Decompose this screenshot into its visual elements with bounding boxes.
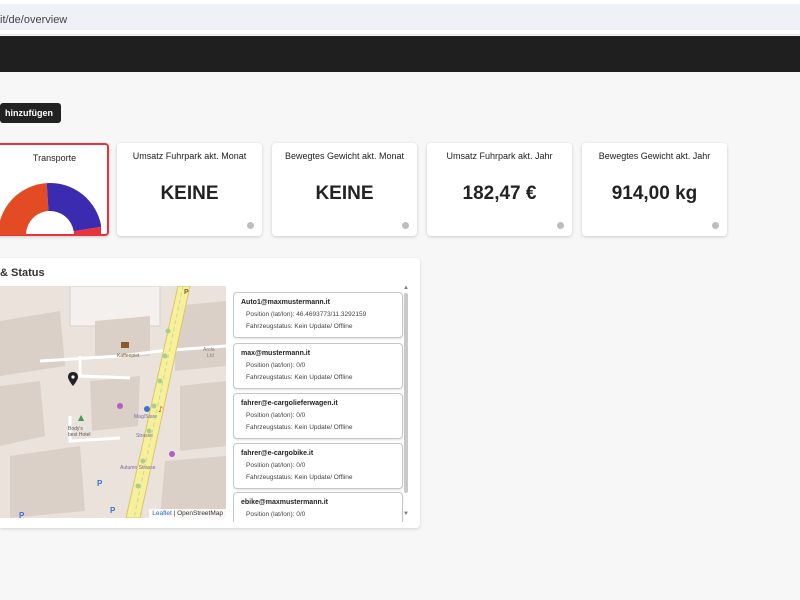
- donut-segment-orange[interactable]: [0, 183, 49, 235]
- card-title: Umsatz Fuhrpark akt. Jahr: [446, 151, 553, 161]
- svg-text:P: P: [184, 289, 189, 296]
- vehicle-status-panel: & Status P P P P ♪ ▲ Kaffeepiet Arola Lt…: [0, 258, 420, 528]
- svg-text:Ltd: Ltd: [207, 353, 214, 359]
- vehicle-position: Position (lat/lon): 0/0: [246, 511, 306, 518]
- vehicle-status: Fahrzeugstatus: Kein Update/ Offline: [246, 474, 353, 481]
- donut-segment-blue[interactable]: [46, 183, 101, 232]
- vehicle-list-item[interactable]: max@mustermann.it Position (lat/lon): 0/…: [233, 343, 403, 389]
- card-value: 182,47 €: [462, 183, 537, 204]
- map-view[interactable]: P P P P ♪ ▲ Kaffeepiet Arola Ltd Body's …: [0, 286, 226, 518]
- vehicle-position: Position (lat/lon): 0/0: [246, 412, 306, 419]
- vehicle-name: ebike@maxmustermann.it: [241, 499, 328, 506]
- vehicle-name: fahrer@e-cargolieferwagen.it: [241, 400, 338, 407]
- vehicle-list-item[interactable]: fahrer@e-cargobike.it Position (lat/lon)…: [233, 443, 403, 489]
- svg-text:Strasse: Strasse: [136, 433, 153, 439]
- svg-text:Mag/Stare: Mag/Stare: [134, 414, 157, 420]
- chevron-up-icon[interactable]: ▲: [403, 285, 409, 291]
- map-label-kaffeepiet: Kaffeepiet: [117, 353, 140, 359]
- svg-text:♪: ♪: [158, 405, 163, 414]
- osm-link[interactable]: OpenStreetMap: [177, 510, 223, 517]
- chevron-down-icon[interactable]: ▼: [403, 511, 409, 517]
- svg-text:P: P: [97, 479, 103, 488]
- card-value: KEINE: [315, 183, 374, 204]
- svg-text:best Hotel: best Hotel: [68, 432, 91, 438]
- vehicle-status: Fahrzeugstatus: Kein Update/ Offline: [246, 374, 353, 381]
- map-attribution: Leaflet | OpenStreetMap: [149, 509, 226, 518]
- status-dot: [557, 222, 564, 229]
- vehicle-list[interactable]: Auto1@maxmustermann.it Position (lat/lon…: [233, 286, 405, 522]
- map-canvas: P P P P ♪ ▲ Kaffeepiet Arola Ltd Body's …: [0, 286, 226, 518]
- status-dot: [402, 222, 409, 229]
- vehicle-name: max@mustermann.it: [241, 350, 311, 357]
- svg-text:Autumn Strasse: Autumn Strasse: [120, 465, 156, 471]
- card-title: Bewegtes Gewicht akt. Jahr: [598, 151, 711, 161]
- transport-donut-chart: [0, 183, 101, 235]
- url-text: it/de/overview: [0, 14, 68, 26]
- vehicle-list-item[interactable]: Auto1@maxmustermann.it Position (lat/lon…: [233, 292, 403, 338]
- svg-text:▲: ▲: [78, 413, 85, 422]
- url-field[interactable]: it/de/overview: [0, 4, 800, 30]
- vehicle-list-item[interactable]: ebike@maxmustermann.it Position (lat/lon…: [233, 492, 403, 522]
- panel-title: & Status: [0, 267, 45, 279]
- card-transporte[interactable]: Transporte: [0, 143, 109, 236]
- vehicle-position: Position (lat/lon): 46.4693773/11.329215…: [246, 311, 367, 318]
- card-umsatz-monat[interactable]: Umsatz Fuhrpark akt. Monat KEINE: [117, 143, 262, 236]
- vehicle-list-scrollbar[interactable]: ▲ ▼: [402, 285, 410, 521]
- card-gewicht-jahr[interactable]: Bewegtes Gewicht akt. Jahr 914,00 kg: [582, 143, 727, 236]
- add-button-label: hinzufügen: [5, 108, 53, 118]
- leaflet-link[interactable]: Leaflet: [152, 510, 172, 517]
- card-value: 914,00 kg: [611, 183, 698, 204]
- vehicle-position: Position (lat/lon): 0/0: [246, 362, 306, 369]
- vehicle-position: Position (lat/lon): 0/0: [246, 462, 306, 469]
- vehicle-name: Auto1@maxmustermann.it: [241, 299, 330, 306]
- add-button[interactable]: hinzufügen: [0, 103, 61, 123]
- browser-address-bar[interactable]: it/de/overview: [0, 0, 800, 35]
- card-title: Bewegtes Gewicht akt. Monat: [284, 151, 405, 161]
- card-value: KEINE: [160, 183, 219, 204]
- status-dot: [247, 222, 254, 229]
- scrollbar-thumb[interactable]: [404, 293, 408, 493]
- card-umsatz-jahr[interactable]: Umsatz Fuhrpark akt. Jahr 182,47 €: [427, 143, 572, 236]
- card-title: Transporte: [32, 153, 77, 163]
- svg-text:P: P: [19, 511, 25, 518]
- vehicle-list-item[interactable]: fahrer@e-cargolieferwagen.it Position (l…: [233, 393, 403, 439]
- vehicle-name: fahrer@e-cargobike.it: [241, 450, 314, 457]
- vehicle-status: Fahrzeugstatus: Kein Update/ Offline: [246, 323, 353, 330]
- card-title: Umsatz Fuhrpark akt. Monat: [132, 151, 247, 161]
- status-dot: [712, 222, 719, 229]
- card-gewicht-monat[interactable]: Bewegtes Gewicht akt. Monat KEINE: [272, 143, 417, 236]
- top-navigation-bar: [0, 36, 800, 72]
- vehicle-status: Fahrzeugstatus: Kein Update/ Offline: [246, 424, 353, 431]
- svg-text:P: P: [110, 506, 116, 515]
